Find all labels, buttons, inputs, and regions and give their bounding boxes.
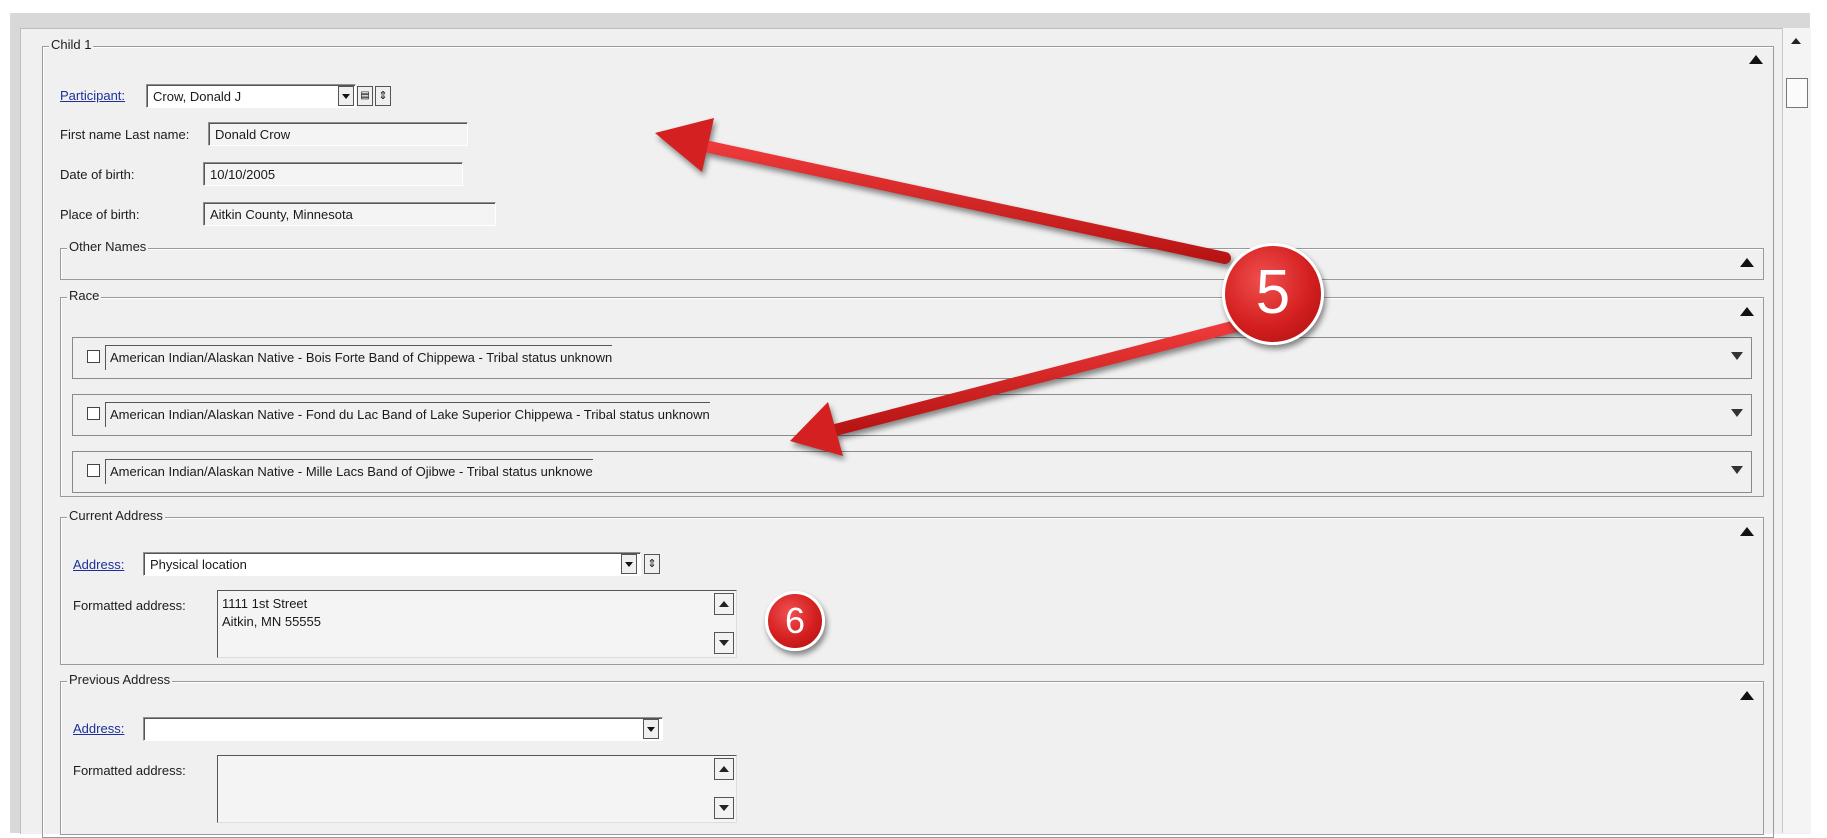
race-checkbox[interactable]	[87, 464, 100, 477]
callout-badge-5: 5	[1222, 243, 1324, 345]
current-formatted-scroll-up-icon[interactable]	[714, 593, 734, 615]
collapse-previous-address-icon[interactable]	[1740, 691, 1754, 700]
scroll-up-arrow-icon[interactable]	[1791, 38, 1801, 44]
previous-address-select[interactable]	[143, 717, 663, 741]
current-address-select[interactable]: Physical location	[143, 552, 641, 576]
previous-formatted-scroll-down-icon[interactable]	[714, 797, 734, 819]
callout-badge-6: 6	[765, 591, 825, 651]
race-item-label: American Indian/Alaskan Native - Fond du…	[105, 402, 710, 427]
previous-formatted-scroll-up-icon[interactable]	[714, 758, 734, 780]
current-formatted-scroll-down-icon[interactable]	[714, 632, 734, 654]
participant-link[interactable]: Participant:	[60, 88, 125, 103]
previous-address-dropdown-chevron-icon[interactable]	[643, 719, 659, 739]
name-field[interactable]: Donald Crow	[208, 122, 468, 146]
current-address-spin-icon[interactable]: ⇕	[644, 554, 660, 574]
previous-formatted-label: Formatted address:	[73, 763, 186, 778]
race-item-chevron-down-icon[interactable]	[1731, 352, 1743, 360]
participant-dropdown-chevron-icon[interactable]	[338, 86, 354, 106]
previous-formatted-address[interactable]	[217, 755, 737, 823]
race-checkbox[interactable]	[87, 350, 100, 363]
current-formatted-address[interactable]: 1111 1st Street Aitkin, MN 55555	[217, 590, 737, 658]
previous-address-link[interactable]: Address:	[73, 721, 124, 736]
participant-select[interactable]: Crow, Donald J	[146, 84, 356, 108]
race-item-label: American Indian/Alaskan Native - Bois Fo…	[105, 345, 613, 370]
collapse-current-address-icon[interactable]	[1740, 527, 1754, 536]
participant-detail-icon[interactable]: ▤	[357, 86, 373, 106]
race-checkbox[interactable]	[87, 407, 100, 420]
race-title: Race	[67, 287, 102, 305]
current-address-dropdown-chevron-icon[interactable]	[621, 554, 637, 574]
dob-field[interactable]: 10/10/2005	[203, 162, 463, 186]
vertical-scrollbar[interactable]	[1782, 28, 1811, 833]
participant-spin-icon[interactable]: ⇕	[375, 86, 391, 106]
race-item[interactable]: American Indian/Alaskan Native - Bois Fo…	[72, 337, 1752, 379]
dob-label: Date of birth:	[60, 167, 135, 182]
collapse-other-names-icon[interactable]	[1740, 258, 1754, 267]
collapse-child-icon[interactable]	[1749, 55, 1763, 64]
child-group-title: Child 1	[49, 36, 94, 54]
name-label: First name Last name:	[60, 127, 190, 142]
current-formatted-label: Formatted address:	[73, 598, 186, 613]
race-item-chevron-down-icon[interactable]	[1731, 466, 1743, 474]
pob-field[interactable]: Aitkin County, Minnesota	[203, 202, 496, 226]
race-item[interactable]: American Indian/Alaskan Native - Mille L…	[72, 451, 1752, 493]
current-address-title: Current Address	[67, 507, 165, 525]
race-item-label: American Indian/Alaskan Native - Mille L…	[105, 459, 593, 484]
pob-label: Place of birth:	[60, 207, 140, 222]
other-names-title: Other Names	[67, 238, 149, 256]
race-item-chevron-down-icon[interactable]	[1731, 409, 1743, 417]
scroll-thumb[interactable]	[1786, 78, 1808, 108]
other-names-group: Other Names	[60, 238, 1764, 280]
previous-address-title: Previous Address	[67, 671, 173, 689]
race-item[interactable]: American Indian/Alaskan Native - Fond du…	[72, 394, 1752, 436]
collapse-race-icon[interactable]	[1740, 307, 1754, 316]
current-address-link[interactable]: Address:	[73, 557, 124, 572]
